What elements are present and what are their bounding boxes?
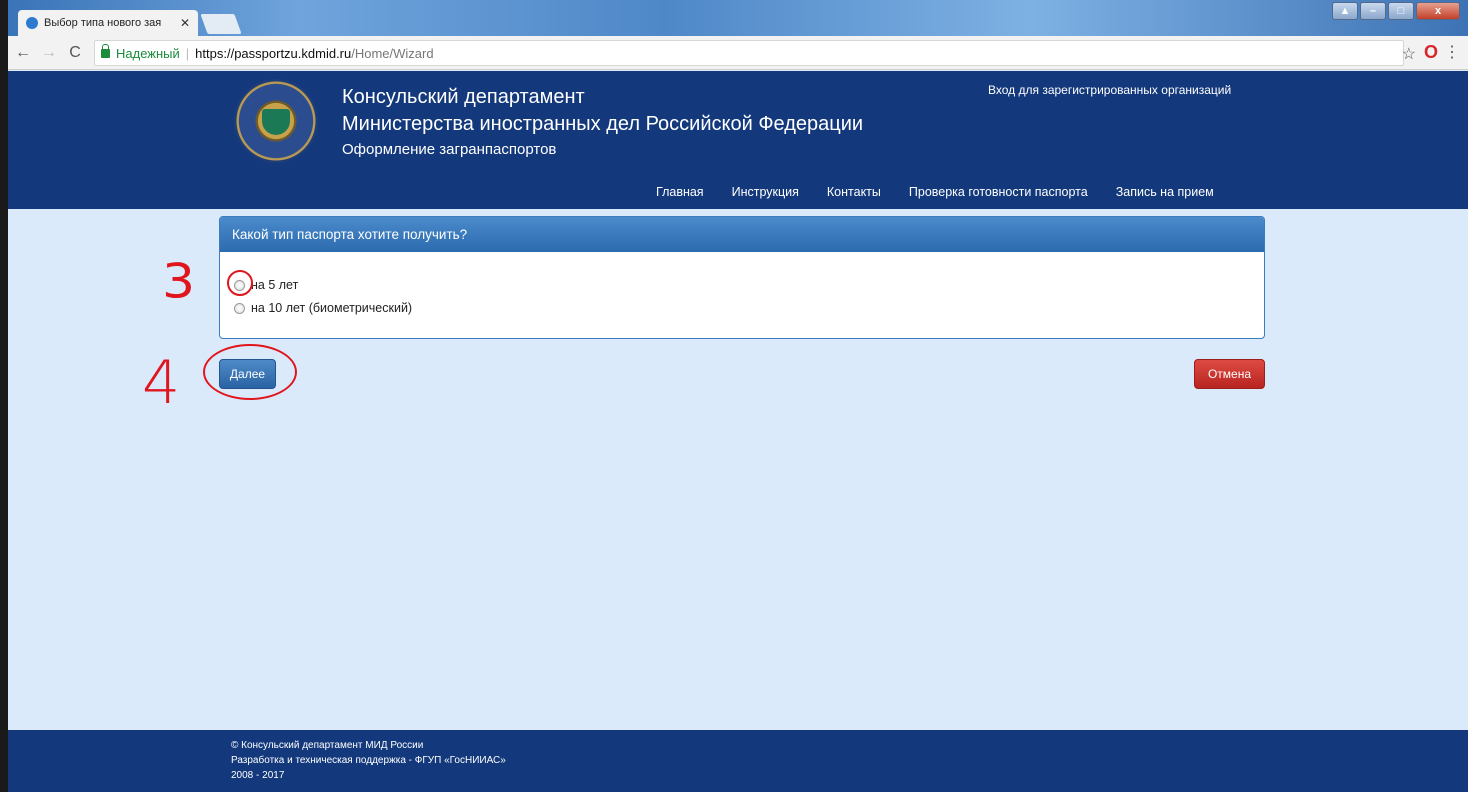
emblem-shield-icon <box>262 109 290 135</box>
passport-type-panel: Какой тип паспорта хотите получить? на 5… <box>219 216 1265 339</box>
footer-developer: Разработка и техническая поддержка - ФГУ… <box>231 755 506 766</box>
annotation-circle-button <box>203 344 297 400</box>
org-subtitle: Оформление загранпаспортов <box>342 141 557 158</box>
footer-copyright: © Консульский департамент МИД России <box>231 740 424 751</box>
url-separator: | <box>185 45 190 61</box>
emblem-logo[interactable] <box>234 79 318 163</box>
window-extra-button[interactable]: ▲ <box>1332 2 1358 20</box>
reload-icon[interactable]: C <box>64 44 86 62</box>
nav-passport-status[interactable]: Проверка готовности паспорта <box>909 185 1088 199</box>
tab-close-icon[interactable]: ✕ <box>180 16 190 30</box>
option-10-years[interactable]: на 10 лет (биометрический) <box>234 301 412 315</box>
forward-icon[interactable]: → <box>38 44 60 62</box>
site-header: Консульский департамент Министерства ино… <box>8 71 1468 209</box>
minimize-button[interactable]: – <box>1360 2 1386 20</box>
secure-label: Надежный <box>116 45 180 61</box>
org-title-line2: Министерства иностранных дел Российской … <box>342 113 864 135</box>
radio-10-years[interactable] <box>234 302 245 314</box>
nav-instructions[interactable]: Инструкция <box>732 185 799 199</box>
option-5-years-label[interactable]: на 5 лет <box>251 278 298 292</box>
close-window-button[interactable]: x <box>1416 2 1460 20</box>
browser-window: Выбор типа нового зая ✕ ▲ – □ x ← → C На… <box>8 0 1468 792</box>
address-toolbar: ← → C Надежный | https://passportzu.kdmi… <box>8 36 1468 70</box>
favicon-icon <box>26 17 38 29</box>
panel-heading: Какой тип паспорта хотите получить? <box>220 217 1264 252</box>
browser-tab[interactable]: Выбор типа нового зая ✕ <box>18 10 198 36</box>
annotation-step-4: 4 <box>142 348 181 418</box>
bookmark-star-icon[interactable]: ☆ <box>1402 44 1416 64</box>
back-icon[interactable]: ← <box>12 44 34 62</box>
org-title-line1: Консульский департамент <box>342 86 585 108</box>
lock-icon <box>101 43 110 58</box>
nav-appointment[interactable]: Запись на прием <box>1116 185 1214 199</box>
footer-years: 2008 - 2017 <box>231 770 285 781</box>
nav-home[interactable]: Главная <box>656 185 704 199</box>
main-nav: Главная Инструкция Контакты Проверка гот… <box>656 185 1214 199</box>
new-tab-button[interactable] <box>200 14 242 34</box>
nav-contacts[interactable]: Контакты <box>827 185 881 199</box>
annotation-step-3: 3 <box>162 255 196 309</box>
url-path: /Home/Wizard <box>351 45 434 61</box>
cancel-button[interactable]: Отмена <box>1194 359 1265 389</box>
browser-menu-icon[interactable]: ⋮ <box>1444 42 1460 62</box>
option-10-years-label[interactable]: на 10 лет (биометрический) <box>251 301 412 315</box>
tab-bar: Выбор типа нового зая ✕ ▲ – □ x <box>8 0 1468 36</box>
annotation-circle-radio <box>227 270 253 296</box>
address-bar[interactable]: Надежный | https://passportzu.kdmid.ru /… <box>94 40 1404 66</box>
org-login-link[interactable]: Вход для зарегистрированных организаций <box>988 83 1231 97</box>
site-footer: © Консульский департамент МИД России Раз… <box>8 730 1468 792</box>
maximize-button[interactable]: □ <box>1388 2 1414 20</box>
url-host: https://passportzu.kdmid.ru <box>195 45 352 61</box>
opera-icon[interactable]: O <box>1424 42 1438 63</box>
tab-title: Выбор типа нового зая <box>44 17 162 29</box>
window-controls: ▲ – □ x <box>1332 2 1460 20</box>
